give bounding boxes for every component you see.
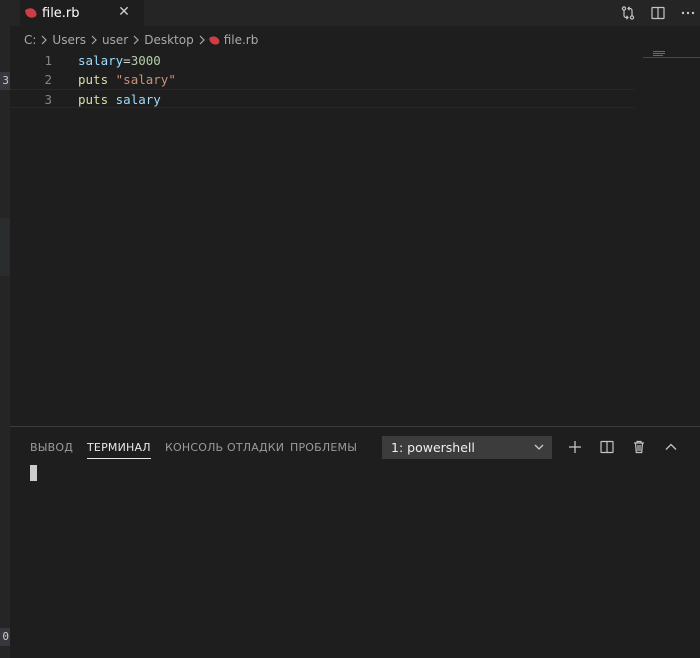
tab-terminal[interactable]: ТЕРМИНАЛ [87,441,151,459]
sidebar-highlight [0,218,10,276]
chevron-right-icon [90,35,98,45]
breadcrumb-item-file[interactable]: file.rb [224,33,259,47]
code-token: puts [78,72,109,87]
ruby-file-icon [208,34,220,46]
compare-changes-icon[interactable] [618,3,638,23]
code-line[interactable]: 2 puts "salary" [10,70,635,89]
kill-terminal-icon[interactable] [629,437,649,457]
code-token: "salary" [115,72,176,87]
tab-problems[interactable]: ПРОБЛЕМЫ [290,441,357,458]
close-icon[interactable]: ✕ [116,4,132,20]
minimap[interactable] [643,50,700,426]
add-terminal-icon[interactable] [565,437,585,457]
sidebar-badge: 3 [0,72,10,90]
minimap-line [653,51,665,52]
chevron-right-icon [40,35,48,45]
terminal-select[interactable]: 1: powershell [382,436,552,459]
chevron-right-icon [132,35,140,45]
code-text[interactable]: puts "salary" [78,70,176,89]
line-number: 3 [44,92,52,107]
minimap-line [653,53,665,54]
tab-output[interactable]: ВЫВОД [30,441,73,458]
ruby-file-icon [24,6,38,20]
split-editor-icon[interactable] [648,3,668,23]
breadcrumb: C: Users user Desktop file.rb [24,31,258,49]
code-token: salary [115,92,161,107]
tab-debug-console[interactable]: КОНСОЛЬ ОТЛАДКИ [165,441,284,458]
code-text[interactable]: salary=3000 [78,51,161,70]
maximize-panel-icon[interactable] [661,437,681,457]
code-token: 3000 [130,53,161,68]
minimap-line [653,55,663,56]
code-line[interactable]: 3 puts salary [10,89,635,108]
split-terminal-icon[interactable] [597,437,617,457]
breadcrumb-item-desktop[interactable]: Desktop [144,33,194,47]
minimap-slider[interactable] [643,57,700,58]
breadcrumb-item-drive[interactable]: C: [24,33,36,47]
terminal-cursor[interactable] [30,465,37,481]
chevron-right-icon [198,35,206,45]
bottom-panel: ВЫВОД ТЕРМИНАЛ КОНСОЛЬ ОТЛАДКИ ПРОБЛЕМЫ … [10,426,700,658]
code-token: puts [78,92,109,107]
code-editor[interactable]: 1 salary=3000 2 puts "salary" 3 puts salary [10,50,700,426]
breadcrumb-item-user[interactable]: user [102,33,128,47]
terminal-select-value: 1: powershell [391,440,475,455]
more-actions-icon[interactable] [678,3,698,23]
editor-actions [610,0,700,26]
line-number: 1 [44,53,52,68]
breadcrumb-item-users[interactable]: Users [52,33,86,47]
code-token: = [123,53,131,68]
tab-file-rb[interactable]: file.rb ✕ [20,0,144,26]
code-token: salary [78,53,124,68]
code-line[interactable]: 1 salary=3000 [10,51,635,70]
line-number: 2 [44,72,52,87]
chevron-down-icon [534,444,544,450]
tab-label: file.rb [42,5,80,21]
tab-bar: file.rb ✕ [10,0,700,26]
status-badge: 0 [0,628,10,646]
sidebar-edge: 3 0 [0,0,10,658]
code-text[interactable]: puts salary [78,90,161,109]
